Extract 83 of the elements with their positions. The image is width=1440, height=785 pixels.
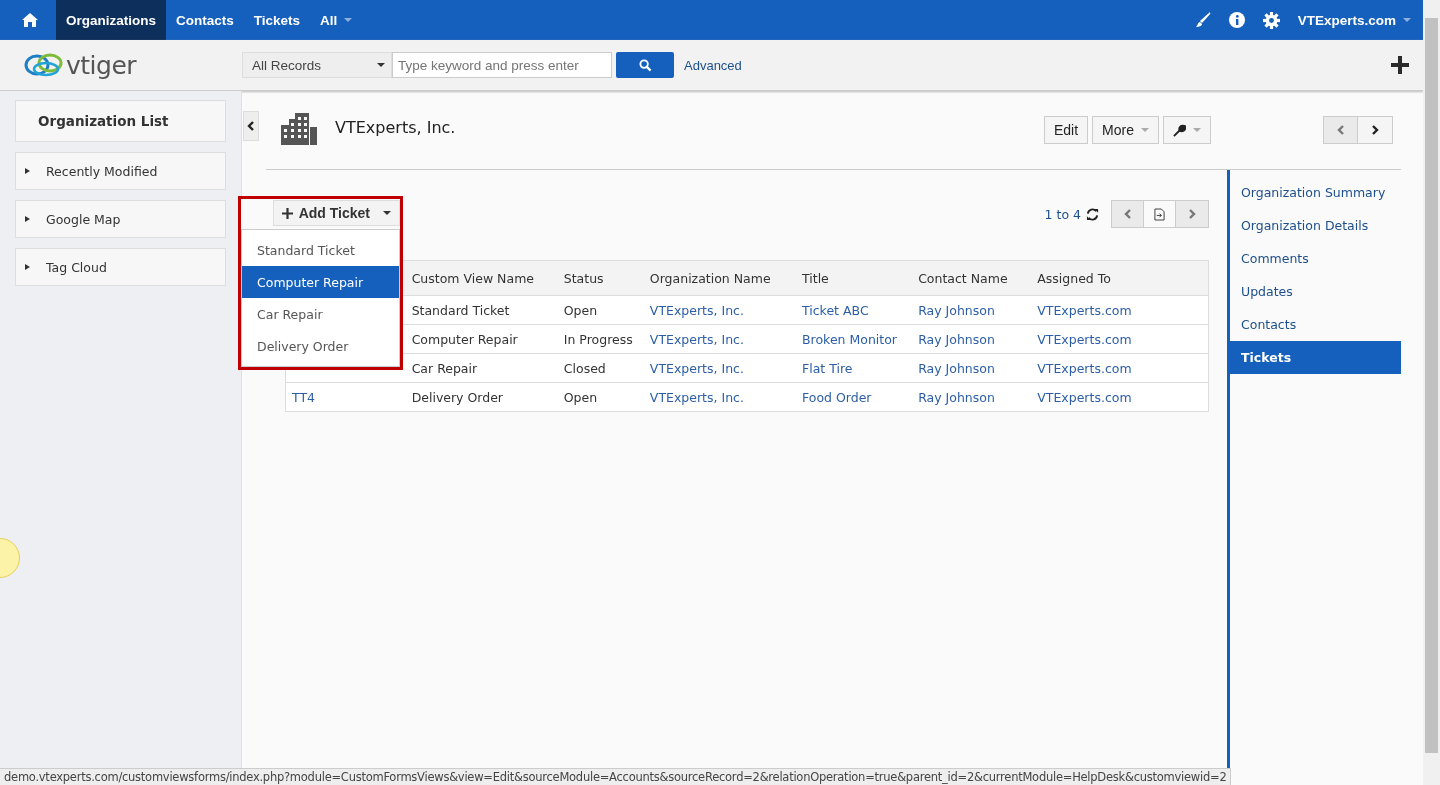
next-page-button[interactable]	[1176, 201, 1208, 227]
sidebar-widget[interactable]: Recently Modified	[15, 152, 226, 190]
related-tab[interactable]: Organization Details	[1230, 209, 1401, 242]
chevron-left-icon	[1336, 125, 1345, 135]
table-link[interactable]: Food Order	[796, 382, 913, 412]
table-link[interactable]: VTExperts, Inc.	[643, 295, 796, 325]
record-title: VTExperts, Inc.	[335, 118, 456, 137]
table-link[interactable]: Broken Monitor	[796, 324, 913, 354]
related-tab[interactable]: Organization Summary	[1230, 176, 1401, 209]
table-link[interactable]: VTExperts, Inc.	[643, 324, 796, 354]
table-link[interactable]: Ticket ABC	[796, 295, 913, 325]
user-menu[interactable]: VTExperts.com	[1297, 12, 1411, 28]
table-link[interactable]: Ray Johnson	[912, 295, 1032, 325]
sidebar-widget[interactable]: Google Map	[15, 200, 226, 238]
action-button[interactable]: Edit	[1043, 116, 1089, 144]
related-tab[interactable]: Comments	[1230, 242, 1401, 275]
table-cell: Open	[557, 382, 644, 412]
collapse-sidebar-button[interactable]	[243, 111, 259, 141]
sidebar-widget[interactable]: Tag Cloud	[15, 248, 226, 286]
chevron-right-icon	[1371, 125, 1379, 135]
home-icon[interactable]	[22, 13, 38, 27]
table-link[interactable]: VTExperts, Inc.	[643, 353, 796, 383]
action-button[interactable]: More	[1092, 116, 1159, 144]
column-header[interactable]: Custom View Name	[405, 260, 558, 296]
sidebar-title: Organization List	[15, 100, 226, 142]
table-link[interactable]: Flat Tire	[796, 353, 913, 383]
column-header[interactable]: Title	[796, 260, 913, 296]
plus-icon[interactable]	[1391, 56, 1409, 74]
table-link[interactable]: Ray Johnson	[912, 382, 1032, 412]
dropdown-menu-item[interactable]: Delivery Order	[242, 330, 399, 362]
dropdown-menu-item[interactable]: Car Repair	[242, 298, 399, 330]
table-cell: In Progress	[557, 324, 644, 354]
related-tab[interactable]: Tickets	[1230, 341, 1401, 374]
search-icon	[638, 58, 652, 72]
previous-page-button[interactable]	[1112, 201, 1144, 227]
document-icon	[1154, 207, 1165, 221]
table-link[interactable]: VTExperts.com	[1031, 324, 1209, 354]
nav-tab[interactable]: All	[310, 0, 363, 40]
table-cell: Standard Ticket	[405, 295, 558, 325]
table-link[interactable]: Ray Johnson	[912, 353, 1032, 383]
related-tab[interactable]: Updates	[1230, 275, 1401, 308]
table-cell: Closed	[557, 353, 644, 383]
table-link[interactable]: VTExperts.com	[1031, 353, 1209, 383]
chevron-left-icon	[1123, 209, 1132, 219]
advanced-search-link[interactable]: Advanced	[684, 57, 742, 73]
table-cell: Computer Repair	[405, 324, 558, 354]
table-cell: Car Repair	[405, 353, 558, 383]
tools-button[interactable]	[1163, 116, 1211, 144]
chevron-left-icon	[247, 121, 255, 131]
nav-tab[interactable]: Tickets	[243, 0, 311, 40]
table-cell: Delivery Order	[405, 382, 558, 412]
table-link[interactable]: Ray Johnson	[912, 324, 1032, 354]
column-header[interactable]: Status	[557, 260, 644, 296]
column-header[interactable]: Assigned To	[1031, 260, 1209, 296]
building-icon	[281, 113, 317, 145]
dropdown-menu-item[interactable]: Computer Repair	[242, 266, 399, 298]
settings-icon[interactable]	[1262, 11, 1280, 29]
table-link[interactable]: VTExperts.com	[1031, 382, 1209, 412]
status-url: demo.vtexperts.com/customviewsforms/index.php?module=CustomFormsViews&view=Edit&sourceModule=Accounts&sourceRecord=2&relationOperation=true&parent_id=2&currentModule=HelpDesk&customviewid=2	[0, 768, 1232, 785]
table-link[interactable]: VTExperts, Inc.	[643, 382, 796, 412]
refresh-icon[interactable]	[1086, 207, 1099, 221]
table-link[interactable]: TT4	[285, 382, 406, 412]
search-button[interactable]	[616, 52, 674, 78]
next-record-button[interactable]	[1358, 117, 1392, 143]
info-icon[interactable]	[1228, 12, 1245, 28]
record-scope-select[interactable]: All Records	[242, 52, 392, 78]
column-header[interactable]: Organization Name	[643, 260, 796, 296]
logo-text: vtiger	[66, 50, 137, 80]
search-field[interactable]: Type keyword and press enter	[392, 52, 612, 78]
scrollbar[interactable]	[1423, 0, 1440, 785]
related-tab[interactable]: Contacts	[1230, 308, 1401, 341]
add-ticket-button[interactable]: Add Ticket	[272, 200, 400, 226]
chevron-right-icon	[1188, 209, 1196, 219]
nav-tab[interactable]: Organizations	[56, 0, 166, 40]
column-header[interactable]: Contact Name	[912, 260, 1032, 296]
table-cell: Open	[557, 295, 644, 325]
nav-tab[interactable]: Contacts	[166, 0, 244, 40]
record-range: 1 to 4	[1044, 206, 1081, 222]
brush-icon[interactable]	[1194, 12, 1211, 28]
dropdown-menu-item[interactable]: Standard Ticket	[242, 234, 399, 266]
plus-icon	[281, 207, 293, 219]
table-link[interactable]: VTExperts.com	[1031, 295, 1209, 325]
cloud-logo-icon	[24, 52, 64, 78]
